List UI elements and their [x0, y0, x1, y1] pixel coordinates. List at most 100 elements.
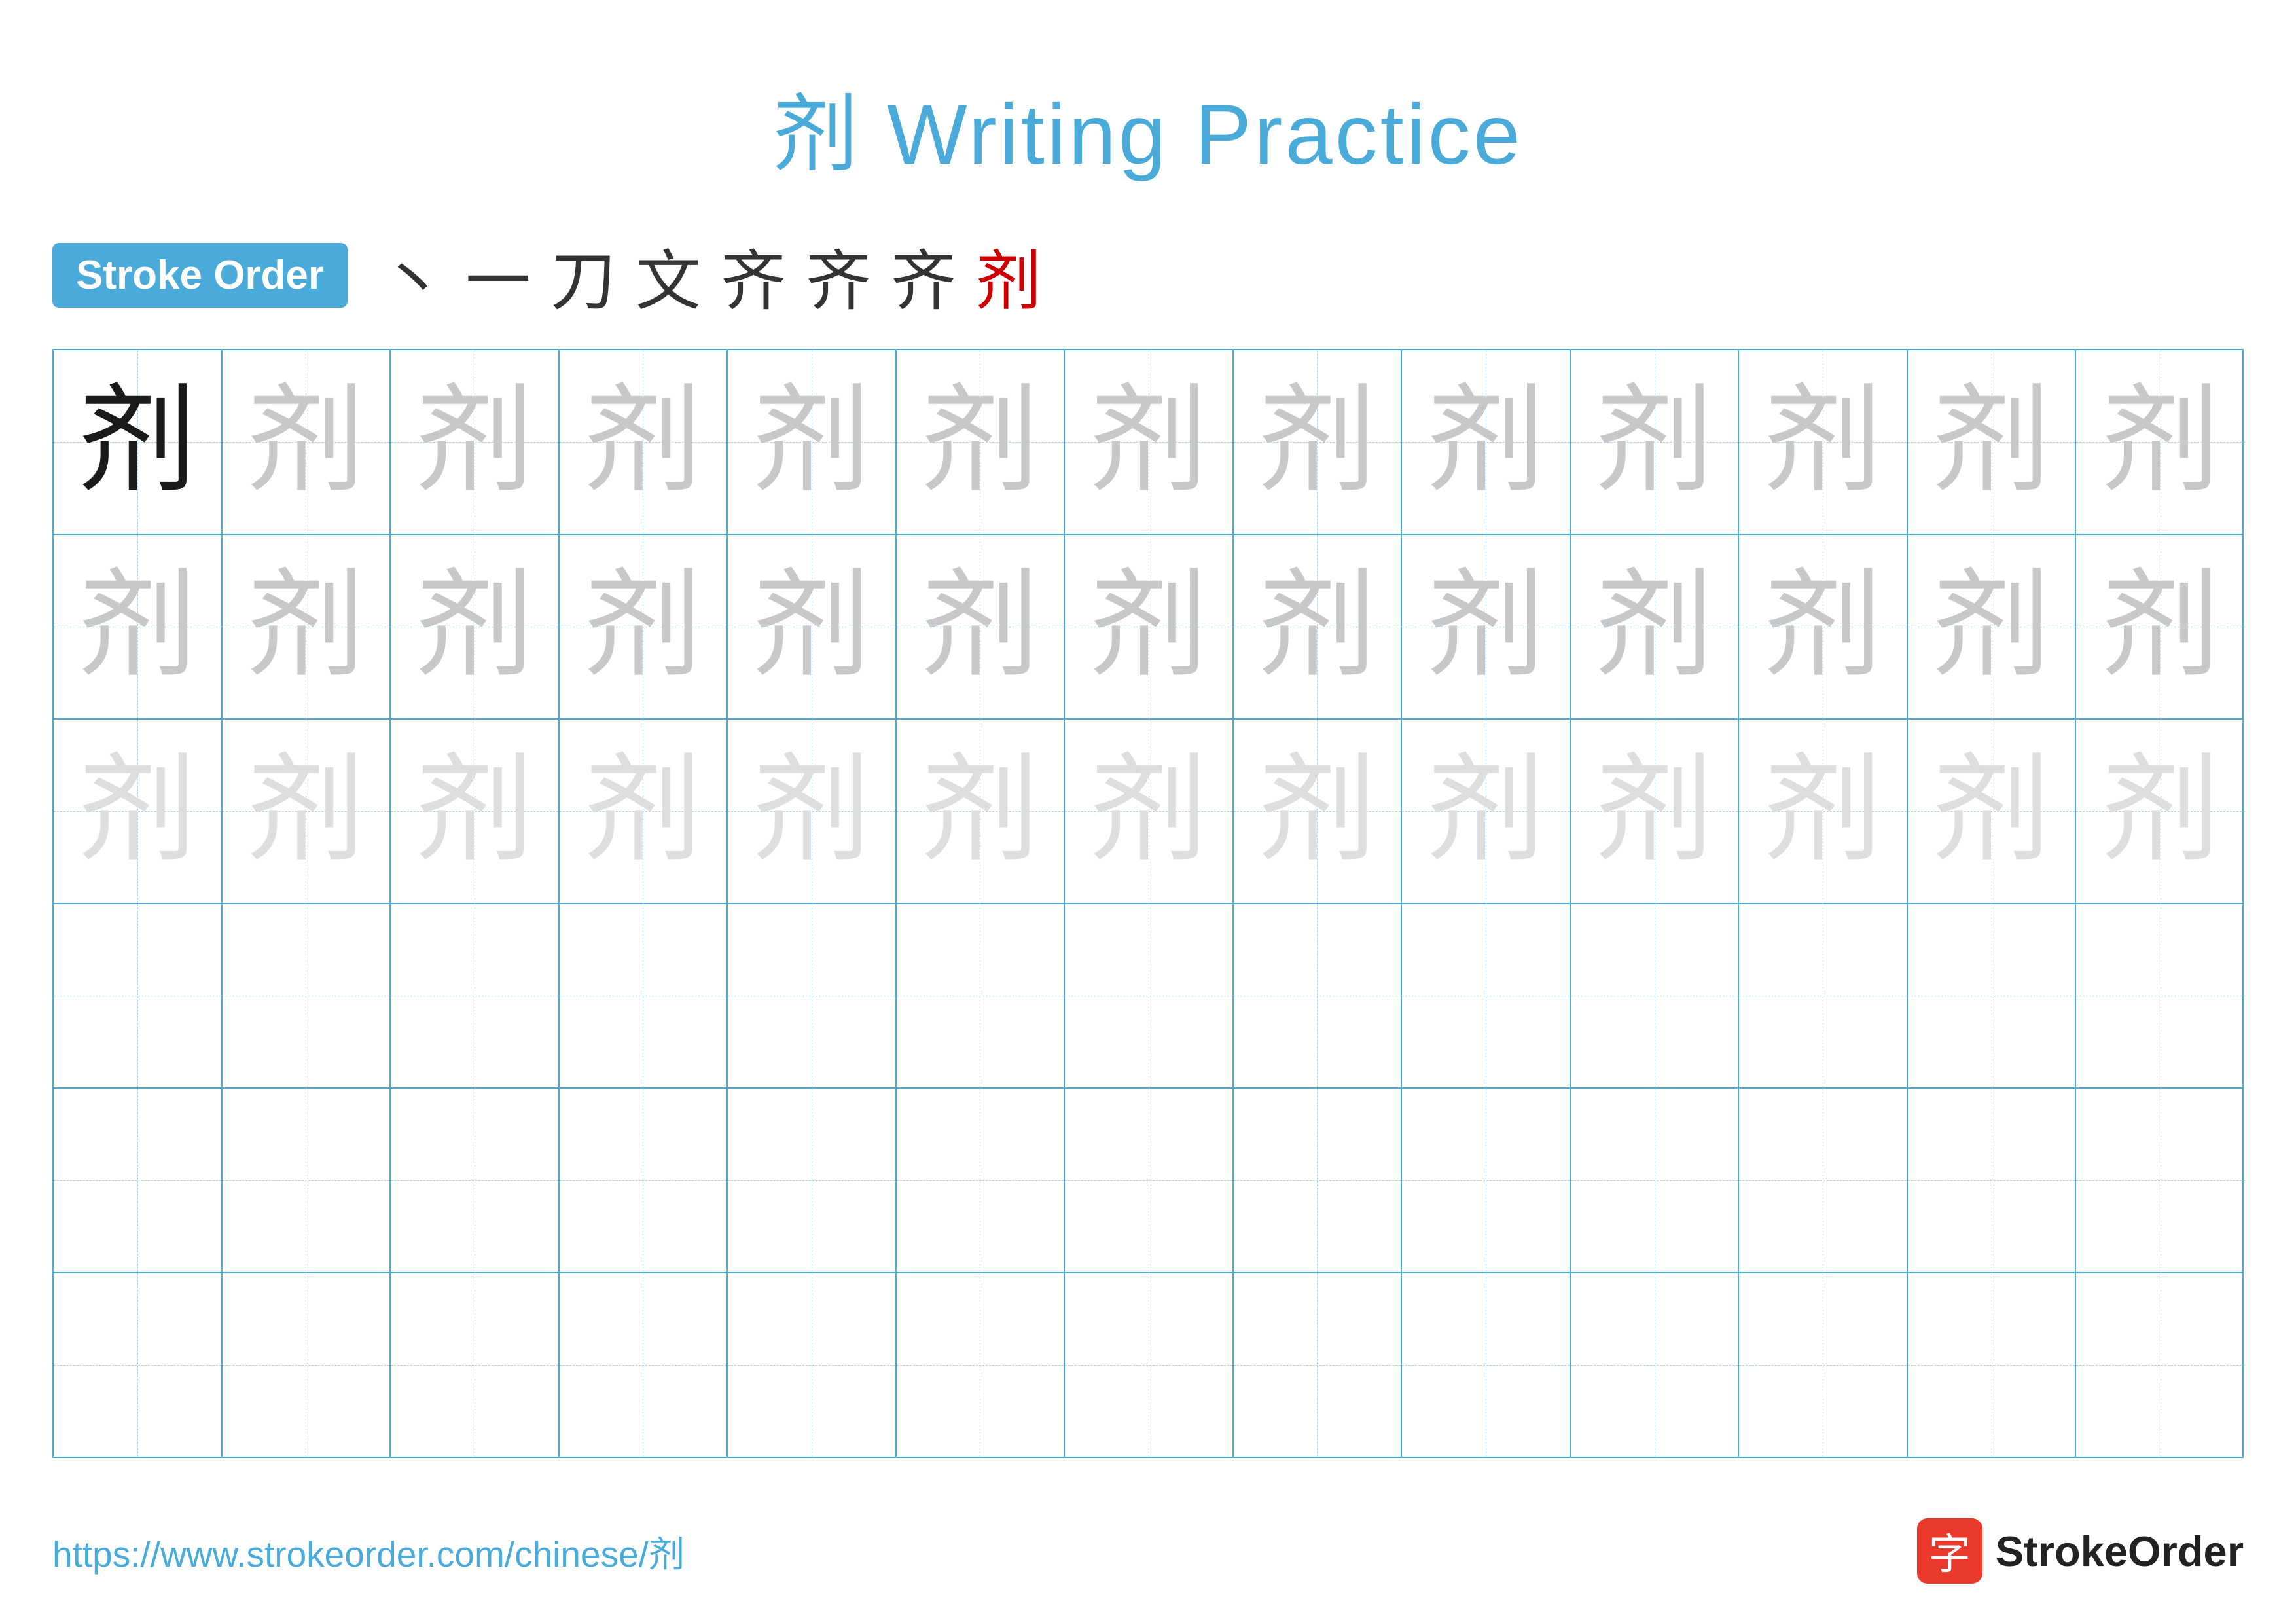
grid-cell-2-9[interactable]: 剂: [1402, 535, 1571, 718]
grid-cell-3-9[interactable]: 剂: [1402, 720, 1571, 903]
grid-cell-2-8[interactable]: 剂: [1234, 535, 1403, 718]
grid-cell-2-12[interactable]: 剂: [1908, 535, 2077, 718]
char-medium: 剂: [416, 568, 533, 685]
grid-cell-3-5[interactable]: 剂: [728, 720, 897, 903]
grid-cell-1-9[interactable]: 剂: [1402, 350, 1571, 534]
footer-url: https://www.strokeorder.com/chinese/剂: [52, 1525, 685, 1577]
char-medium: 剂: [247, 568, 365, 685]
grid-cell-1-8[interactable]: 剂: [1234, 350, 1403, 534]
grid-cell-1-13[interactable]: 剂: [2076, 350, 2245, 534]
char-light: 剂: [79, 752, 196, 870]
grid-cell-5-7[interactable]: [1065, 1089, 1234, 1272]
grid-cell-5-3[interactable]: [391, 1089, 560, 1272]
grid-cell-2-6[interactable]: 剂: [897, 535, 1066, 718]
char-dark: 剂: [79, 383, 196, 501]
grid-cell-1-1[interactable]: 剂: [54, 350, 223, 534]
grid-cell-1-5[interactable]: 剂: [728, 350, 897, 534]
grid-cell-3-6[interactable]: 剂: [897, 720, 1066, 903]
char-medium: 剂: [753, 383, 870, 501]
grid-cell-2-7[interactable]: 剂: [1065, 535, 1234, 718]
grid-cell-4-8[interactable]: [1234, 904, 1403, 1087]
grid-cell-4-2[interactable]: [223, 904, 391, 1087]
grid-cell-6-2[interactable]: [223, 1273, 391, 1457]
grid-cell-5-10[interactable]: [1571, 1089, 1740, 1272]
grid-cell-3-11[interactable]: 剂: [1739, 720, 1908, 903]
grid-cell-6-8[interactable]: [1234, 1273, 1403, 1457]
grid-cell-1-7[interactable]: 剂: [1065, 350, 1234, 534]
grid-cell-6-5[interactable]: [728, 1273, 897, 1457]
grid-cell-4-12[interactable]: [1908, 904, 2077, 1087]
grid-cell-6-10[interactable]: [1571, 1273, 1740, 1457]
char-medium: 剂: [1427, 568, 1545, 685]
grid-row-3: 剂 剂 剂 剂 剂 剂 剂 剂 剂 剂 剂 剂: [54, 720, 2242, 904]
grid-cell-4-5[interactable]: [728, 904, 897, 1087]
grid-cell-3-2[interactable]: 剂: [223, 720, 391, 903]
char-light: 剂: [247, 752, 365, 870]
grid-cell-4-7[interactable]: [1065, 904, 1234, 1087]
footer-logo: 字 StrokeOrder: [1917, 1518, 2244, 1584]
grid-cell-2-13[interactable]: 剂: [2076, 535, 2245, 718]
grid-cell-4-9[interactable]: [1402, 904, 1571, 1087]
grid-cell-6-11[interactable]: [1739, 1273, 1908, 1457]
grid-cell-5-2[interactable]: [223, 1089, 391, 1272]
grid-cell-6-13[interactable]: [2076, 1273, 2245, 1457]
grid-cell-4-6[interactable]: [897, 904, 1066, 1087]
char-light: 剂: [1764, 752, 1882, 870]
grid-cell-6-1[interactable]: [54, 1273, 223, 1457]
grid-cell-1-11[interactable]: 剂: [1739, 350, 1908, 534]
grid-cell-6-3[interactable]: [391, 1273, 560, 1457]
grid-cell-3-7[interactable]: 剂: [1065, 720, 1234, 903]
grid-cell-5-8[interactable]: [1234, 1089, 1403, 1272]
grid-cell-3-12[interactable]: 剂: [1908, 720, 2077, 903]
grid-cell-4-13[interactable]: [2076, 904, 2245, 1087]
grid-cell-6-6[interactable]: [897, 1273, 1066, 1457]
grid-cell-4-3[interactable]: [391, 904, 560, 1087]
grid-cell-5-12[interactable]: [1908, 1089, 2077, 1272]
grid-cell-3-1[interactable]: 剂: [54, 720, 223, 903]
grid-cell-5-4[interactable]: [560, 1089, 728, 1272]
char-medium: 剂: [1090, 383, 1208, 501]
grid-cell-1-2[interactable]: 剂: [223, 350, 391, 534]
footer: https://www.strokeorder.com/chinese/剂 字 …: [52, 1518, 2244, 1584]
grid-cell-1-6[interactable]: 剂: [897, 350, 1066, 534]
grid-cell-5-9[interactable]: [1402, 1089, 1571, 1272]
grid-cell-6-4[interactable]: [560, 1273, 728, 1457]
grid-cell-6-7[interactable]: [1065, 1273, 1234, 1457]
grid-cell-6-12[interactable]: [1908, 1273, 2077, 1457]
grid-cell-3-3[interactable]: 剂: [391, 720, 560, 903]
grid-cell-6-9[interactable]: [1402, 1273, 1571, 1457]
grid-cell-5-13[interactable]: [2076, 1089, 2245, 1272]
grid-cell-3-13[interactable]: 剂: [2076, 720, 2245, 903]
grid-cell-5-11[interactable]: [1739, 1089, 1908, 1272]
grid-row-4: [54, 904, 2242, 1089]
grid-cell-4-10[interactable]: [1571, 904, 1740, 1087]
char-medium: 剂: [1933, 568, 2051, 685]
grid-row-1: 剂 剂 剂 剂 剂 剂 剂 剂 剂 剂 剂 剂: [54, 350, 2242, 535]
grid-cell-1-4[interactable]: 剂: [560, 350, 728, 534]
grid-row-5: [54, 1089, 2242, 1273]
char-medium: 剂: [1258, 383, 1376, 501]
grid-cell-5-5[interactable]: [728, 1089, 897, 1272]
grid-row-2: 剂 剂 剂 剂 剂 剂 剂 剂 剂 剂 剂 剂: [54, 535, 2242, 720]
logo-text: StrokeOrder: [1996, 1527, 2244, 1576]
grid-cell-3-4[interactable]: 剂: [560, 720, 728, 903]
grid-cell-2-5[interactable]: 剂: [728, 535, 897, 718]
grid-cell-3-10[interactable]: 剂: [1571, 720, 1740, 903]
grid-cell-2-2[interactable]: 剂: [223, 535, 391, 718]
grid-cell-1-3[interactable]: 剂: [391, 350, 560, 534]
grid-cell-1-10[interactable]: 剂: [1571, 350, 1740, 534]
grid-cell-2-11[interactable]: 剂: [1739, 535, 1908, 718]
stroke-5: 齐: [721, 228, 786, 323]
grid-cell-1-12[interactable]: 剂: [1908, 350, 2077, 534]
grid-cell-3-8[interactable]: 剂: [1234, 720, 1403, 903]
grid-cell-2-1[interactable]: 剂: [54, 535, 223, 718]
grid-cell-2-4[interactable]: 剂: [560, 535, 728, 718]
stroke-3: 刀: [550, 228, 616, 323]
grid-cell-5-1[interactable]: [54, 1089, 223, 1272]
grid-cell-4-1[interactable]: [54, 904, 223, 1087]
grid-cell-4-11[interactable]: [1739, 904, 1908, 1087]
grid-cell-2-10[interactable]: 剂: [1571, 535, 1740, 718]
grid-cell-2-3[interactable]: 剂: [391, 535, 560, 718]
grid-cell-4-4[interactable]: [560, 904, 728, 1087]
grid-cell-5-6[interactable]: [897, 1089, 1066, 1272]
